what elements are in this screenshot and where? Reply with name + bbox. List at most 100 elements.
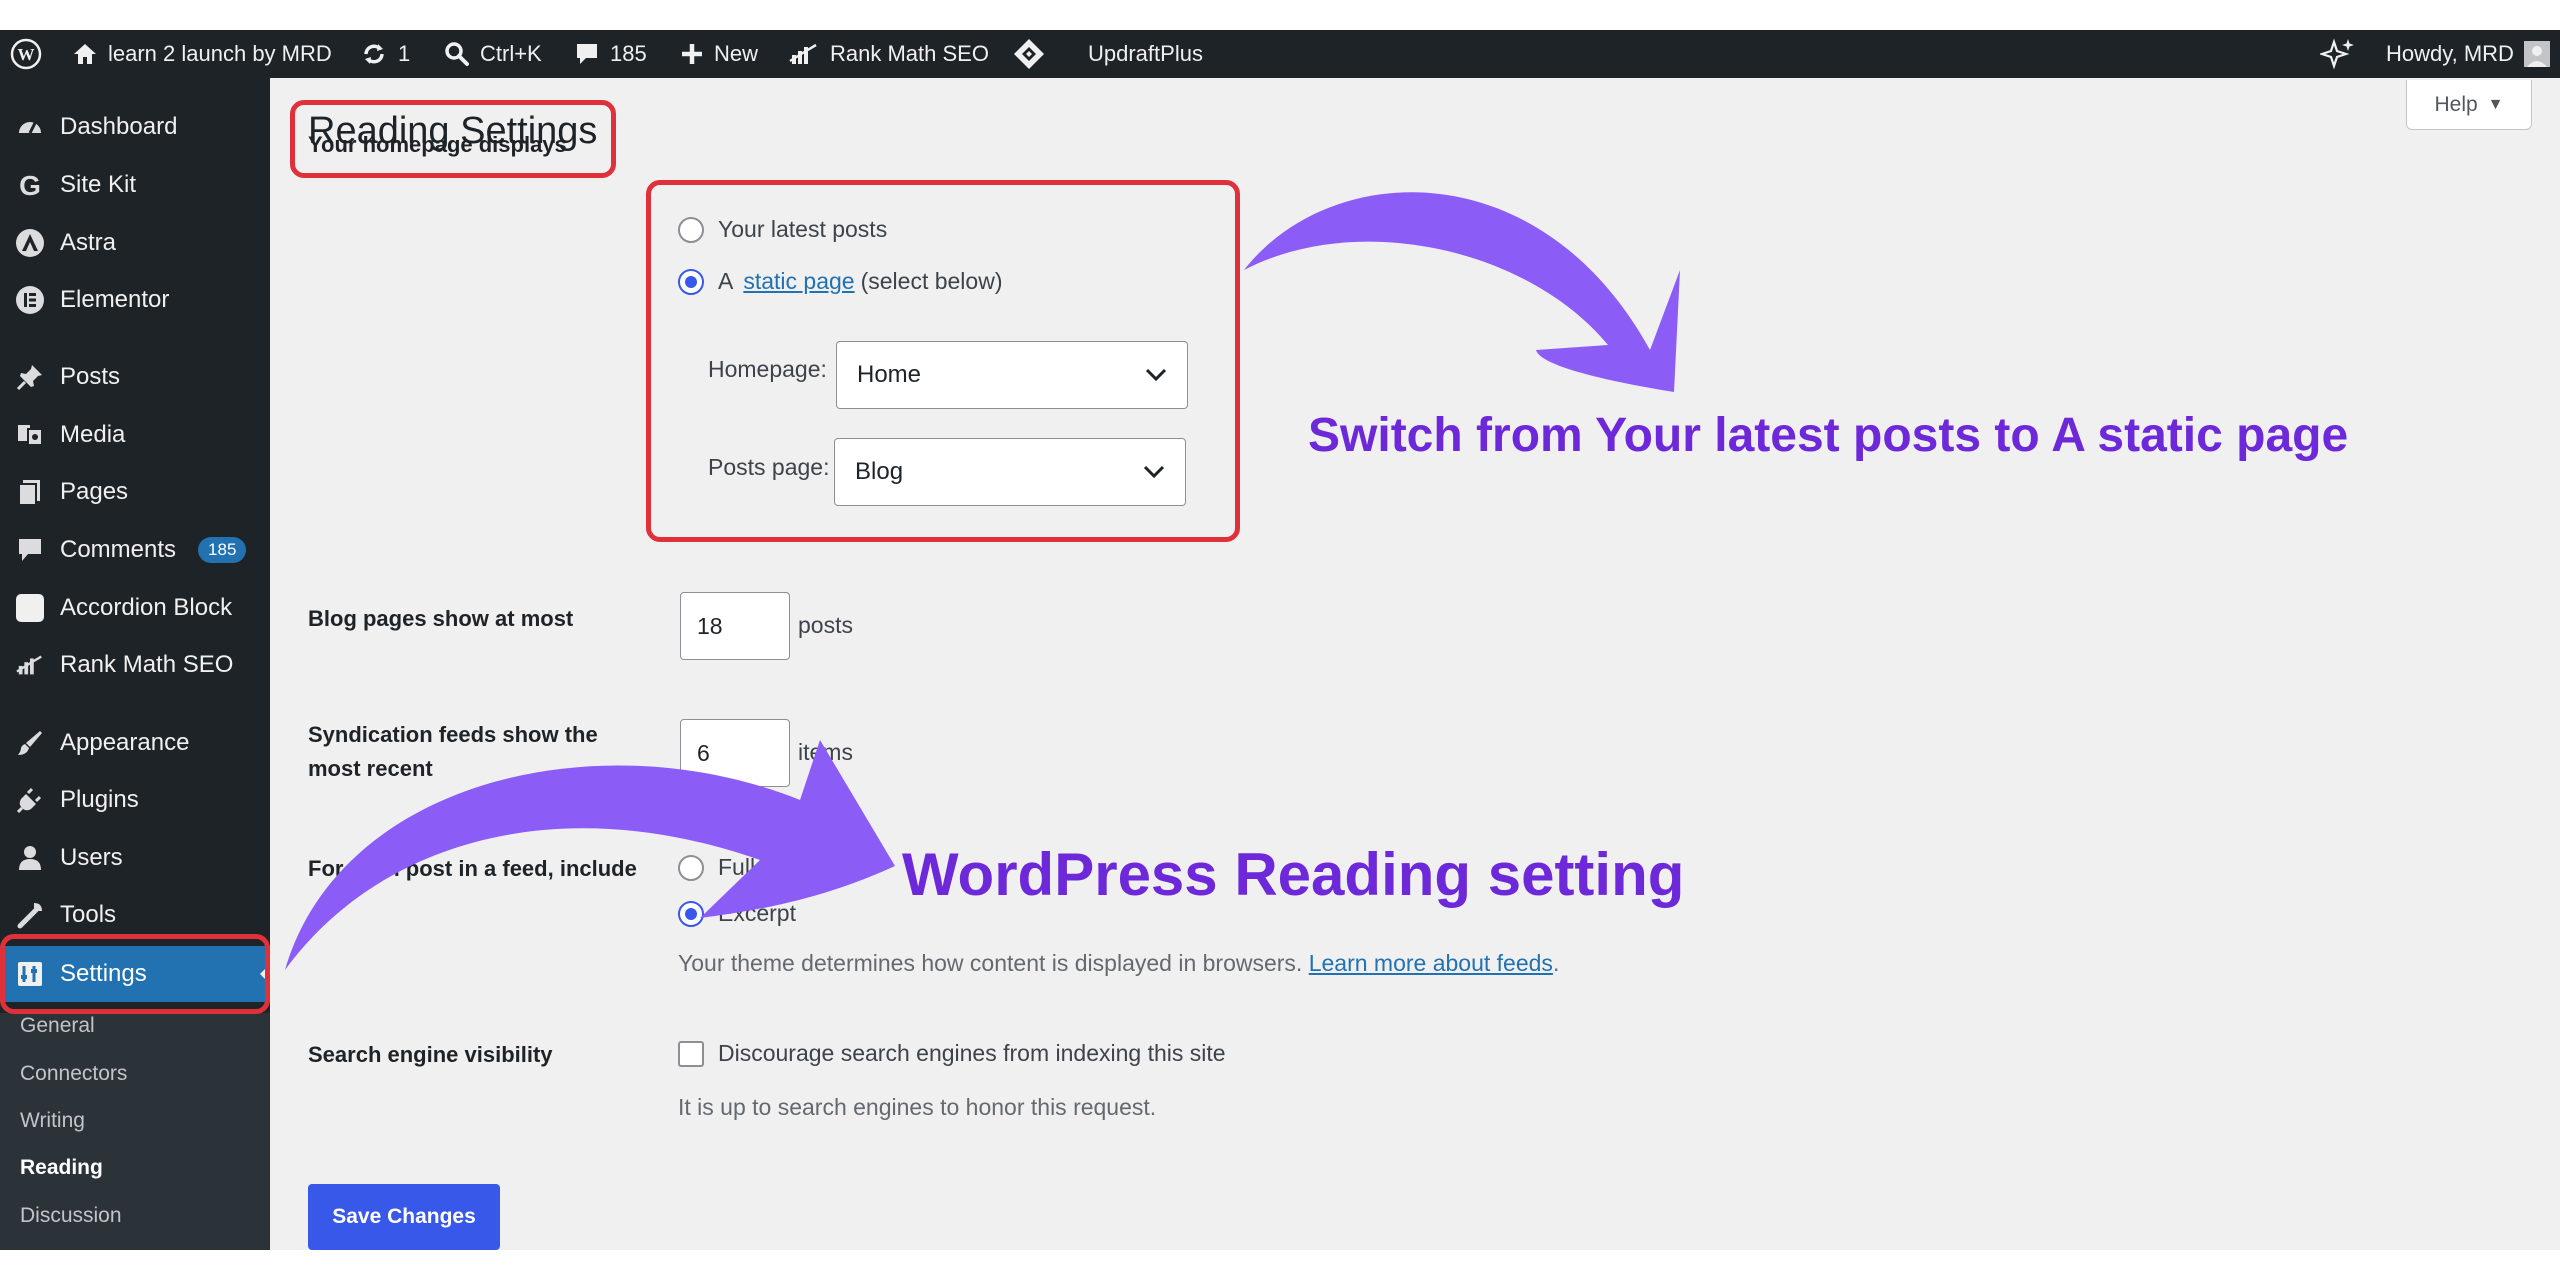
plus-icon xyxy=(682,44,702,64)
updraft-link[interactable]: UpdraftPlus xyxy=(1088,30,1203,78)
syndication-label: Syndication feeds show the most recent xyxy=(308,718,598,786)
feed-include-label: For each post in a feed, include xyxy=(308,856,637,881)
new-content-link[interactable]: New xyxy=(680,30,758,78)
menu-users[interactable]: Users xyxy=(0,830,270,886)
ai-sparkle-icon[interactable] xyxy=(2320,30,2356,78)
callout-static-page: Switch from Your latest posts to A stati… xyxy=(1308,409,2349,462)
admin-sidebar: Dashboard G Site Kit Astra Elementor Pos… xyxy=(0,78,270,1250)
syndication-unit: items xyxy=(798,739,853,765)
howdy-label: Howdy, MRD xyxy=(2386,41,2514,66)
menu-dashboard-label: Dashboard xyxy=(60,113,178,140)
settings-menu-highlight-box xyxy=(0,934,270,1014)
submenu-discussion[interactable]: Discussion xyxy=(20,1204,122,1228)
homepage-settings-highlight-box xyxy=(646,180,1240,542)
menu-appearance[interactable]: Appearance xyxy=(0,715,270,771)
menu-elementor-label: Elementor xyxy=(60,286,170,313)
menu-astra-label: Astra xyxy=(60,229,117,256)
syndication-label-line2: most recent xyxy=(308,756,433,781)
help-button[interactable]: Help ▼ xyxy=(2406,80,2532,130)
menu-site-kit-label: Site Kit xyxy=(60,171,137,198)
help-label: Help xyxy=(2434,92,2478,116)
media-icon xyxy=(14,419,46,451)
learn-more-feeds-link[interactable]: Learn more about feeds xyxy=(1309,950,1553,976)
blog-pages-input[interactable]: 18 xyxy=(680,592,790,660)
discourage-search-checkbox[interactable] xyxy=(678,1040,704,1067)
menu-comments-label: Comments xyxy=(60,536,177,563)
syndication-input[interactable]: 6 xyxy=(680,719,790,787)
menu-dashboard[interactable]: Dashboard xyxy=(0,99,270,155)
square-icon xyxy=(14,592,46,624)
avatar xyxy=(2523,41,2550,67)
feed-description-suffix: . xyxy=(1552,950,1560,976)
menu-plugins-label: Plugins xyxy=(60,786,139,813)
menu-rank-math-label: Rank Math SEO xyxy=(60,651,234,678)
excerpt-radio[interactable] xyxy=(678,900,704,927)
syndication-label-line1: Syndication feeds show the xyxy=(308,722,598,747)
menu-pages[interactable]: Pages xyxy=(0,464,270,520)
menu-media[interactable]: Media xyxy=(0,407,270,463)
search-shortcut: Ctrl+K xyxy=(480,41,542,66)
caret-down-icon: ▼ xyxy=(2487,95,2504,113)
excerpt-option[interactable]: Excerpt xyxy=(678,900,796,927)
menu-media-label: Media xyxy=(60,421,126,448)
menu-posts[interactable]: Posts xyxy=(0,349,270,405)
updates-count: 1 xyxy=(398,41,411,66)
discourage-search-option[interactable]: Discourage search engines from indexing … xyxy=(678,1040,1226,1067)
pages-icon xyxy=(14,476,46,508)
updates-icon xyxy=(364,44,384,64)
submenu-reading[interactable]: Reading xyxy=(20,1156,103,1180)
page-title-highlight-box xyxy=(290,100,616,178)
menu-plugins[interactable]: Plugins xyxy=(0,772,270,828)
menu-comments[interactable]: Comments 185 xyxy=(0,522,270,578)
menu-tools-label: Tools xyxy=(60,901,117,928)
wrench-icon xyxy=(14,899,46,931)
menu-elementor[interactable]: Elementor xyxy=(0,272,270,328)
elementor-icon xyxy=(14,284,46,316)
search-visibility-description: It is up to search engines to honor this… xyxy=(678,1094,1157,1120)
admin-bar: W learn 2 launch by MRD 1 Ctrl+K 185 New… xyxy=(0,30,2560,78)
blog-pages-unit: posts xyxy=(798,612,853,638)
full-text-label: Full text xyxy=(718,854,799,880)
main-content: Help ▼ Reading Settings Your homepage di… xyxy=(270,78,2560,1250)
excerpt-label: Excerpt xyxy=(718,900,796,926)
submenu-connectors[interactable]: Connectors xyxy=(20,1062,127,1086)
dashboard-icon xyxy=(14,111,46,143)
new-label: New xyxy=(714,41,759,66)
feed-description-text: Your theme determines how content is dis… xyxy=(678,950,1303,976)
submenu-general[interactable]: General xyxy=(20,1014,95,1038)
menu-site-kit[interactable]: G Site Kit xyxy=(0,157,270,213)
rankmath-link[interactable]: Rank Math SEO xyxy=(788,30,989,78)
user-icon xyxy=(14,842,46,874)
comment-icon xyxy=(577,44,597,64)
search-visibility-label: Search engine visibility xyxy=(308,1042,553,1067)
updraft-icon[interactable] xyxy=(1012,30,1046,78)
save-changes-button[interactable]: Save Changes xyxy=(308,1184,500,1250)
brush-icon xyxy=(14,727,46,759)
command-search-link[interactable]: Ctrl+K xyxy=(444,30,542,78)
full-text-radio[interactable] xyxy=(678,854,704,881)
comments-count-badge: 185 xyxy=(198,537,247,563)
comments-count: 185 xyxy=(610,41,647,66)
updraft-label: UpdraftPlus xyxy=(1088,41,1203,66)
updates-link[interactable]: 1 xyxy=(360,30,410,78)
my-account-link[interactable]: Howdy, MRD xyxy=(2386,30,2550,78)
search-icon xyxy=(445,42,469,66)
svg-text:W: W xyxy=(18,45,35,64)
site-name-link[interactable]: learn 2 launch by MRD xyxy=(72,30,332,78)
blog-pages-label: Blog pages show at most xyxy=(308,606,574,631)
home-icon xyxy=(74,44,96,64)
site-name: learn 2 launch by MRD xyxy=(108,41,332,66)
comments-link[interactable]: 185 xyxy=(574,30,647,78)
menu-astra[interactable]: Astra xyxy=(0,215,270,271)
pin-icon xyxy=(14,361,46,393)
full-text-option[interactable]: Full text xyxy=(678,854,799,881)
rankmath-label: Rank Math SEO xyxy=(830,41,989,66)
menu-rank-math[interactable]: Rank Math SEO xyxy=(0,637,270,693)
rankmath-icon xyxy=(14,649,46,681)
callout-reading-setting: WordPress Reading setting xyxy=(902,841,1685,908)
wordpress-logo-icon[interactable]: W xyxy=(10,30,42,78)
menu-accordion-block[interactable]: Accordion Block xyxy=(0,580,270,636)
google-g-icon: G xyxy=(14,169,46,201)
plug-icon xyxy=(14,784,46,816)
submenu-writing[interactable]: Writing xyxy=(20,1109,85,1133)
